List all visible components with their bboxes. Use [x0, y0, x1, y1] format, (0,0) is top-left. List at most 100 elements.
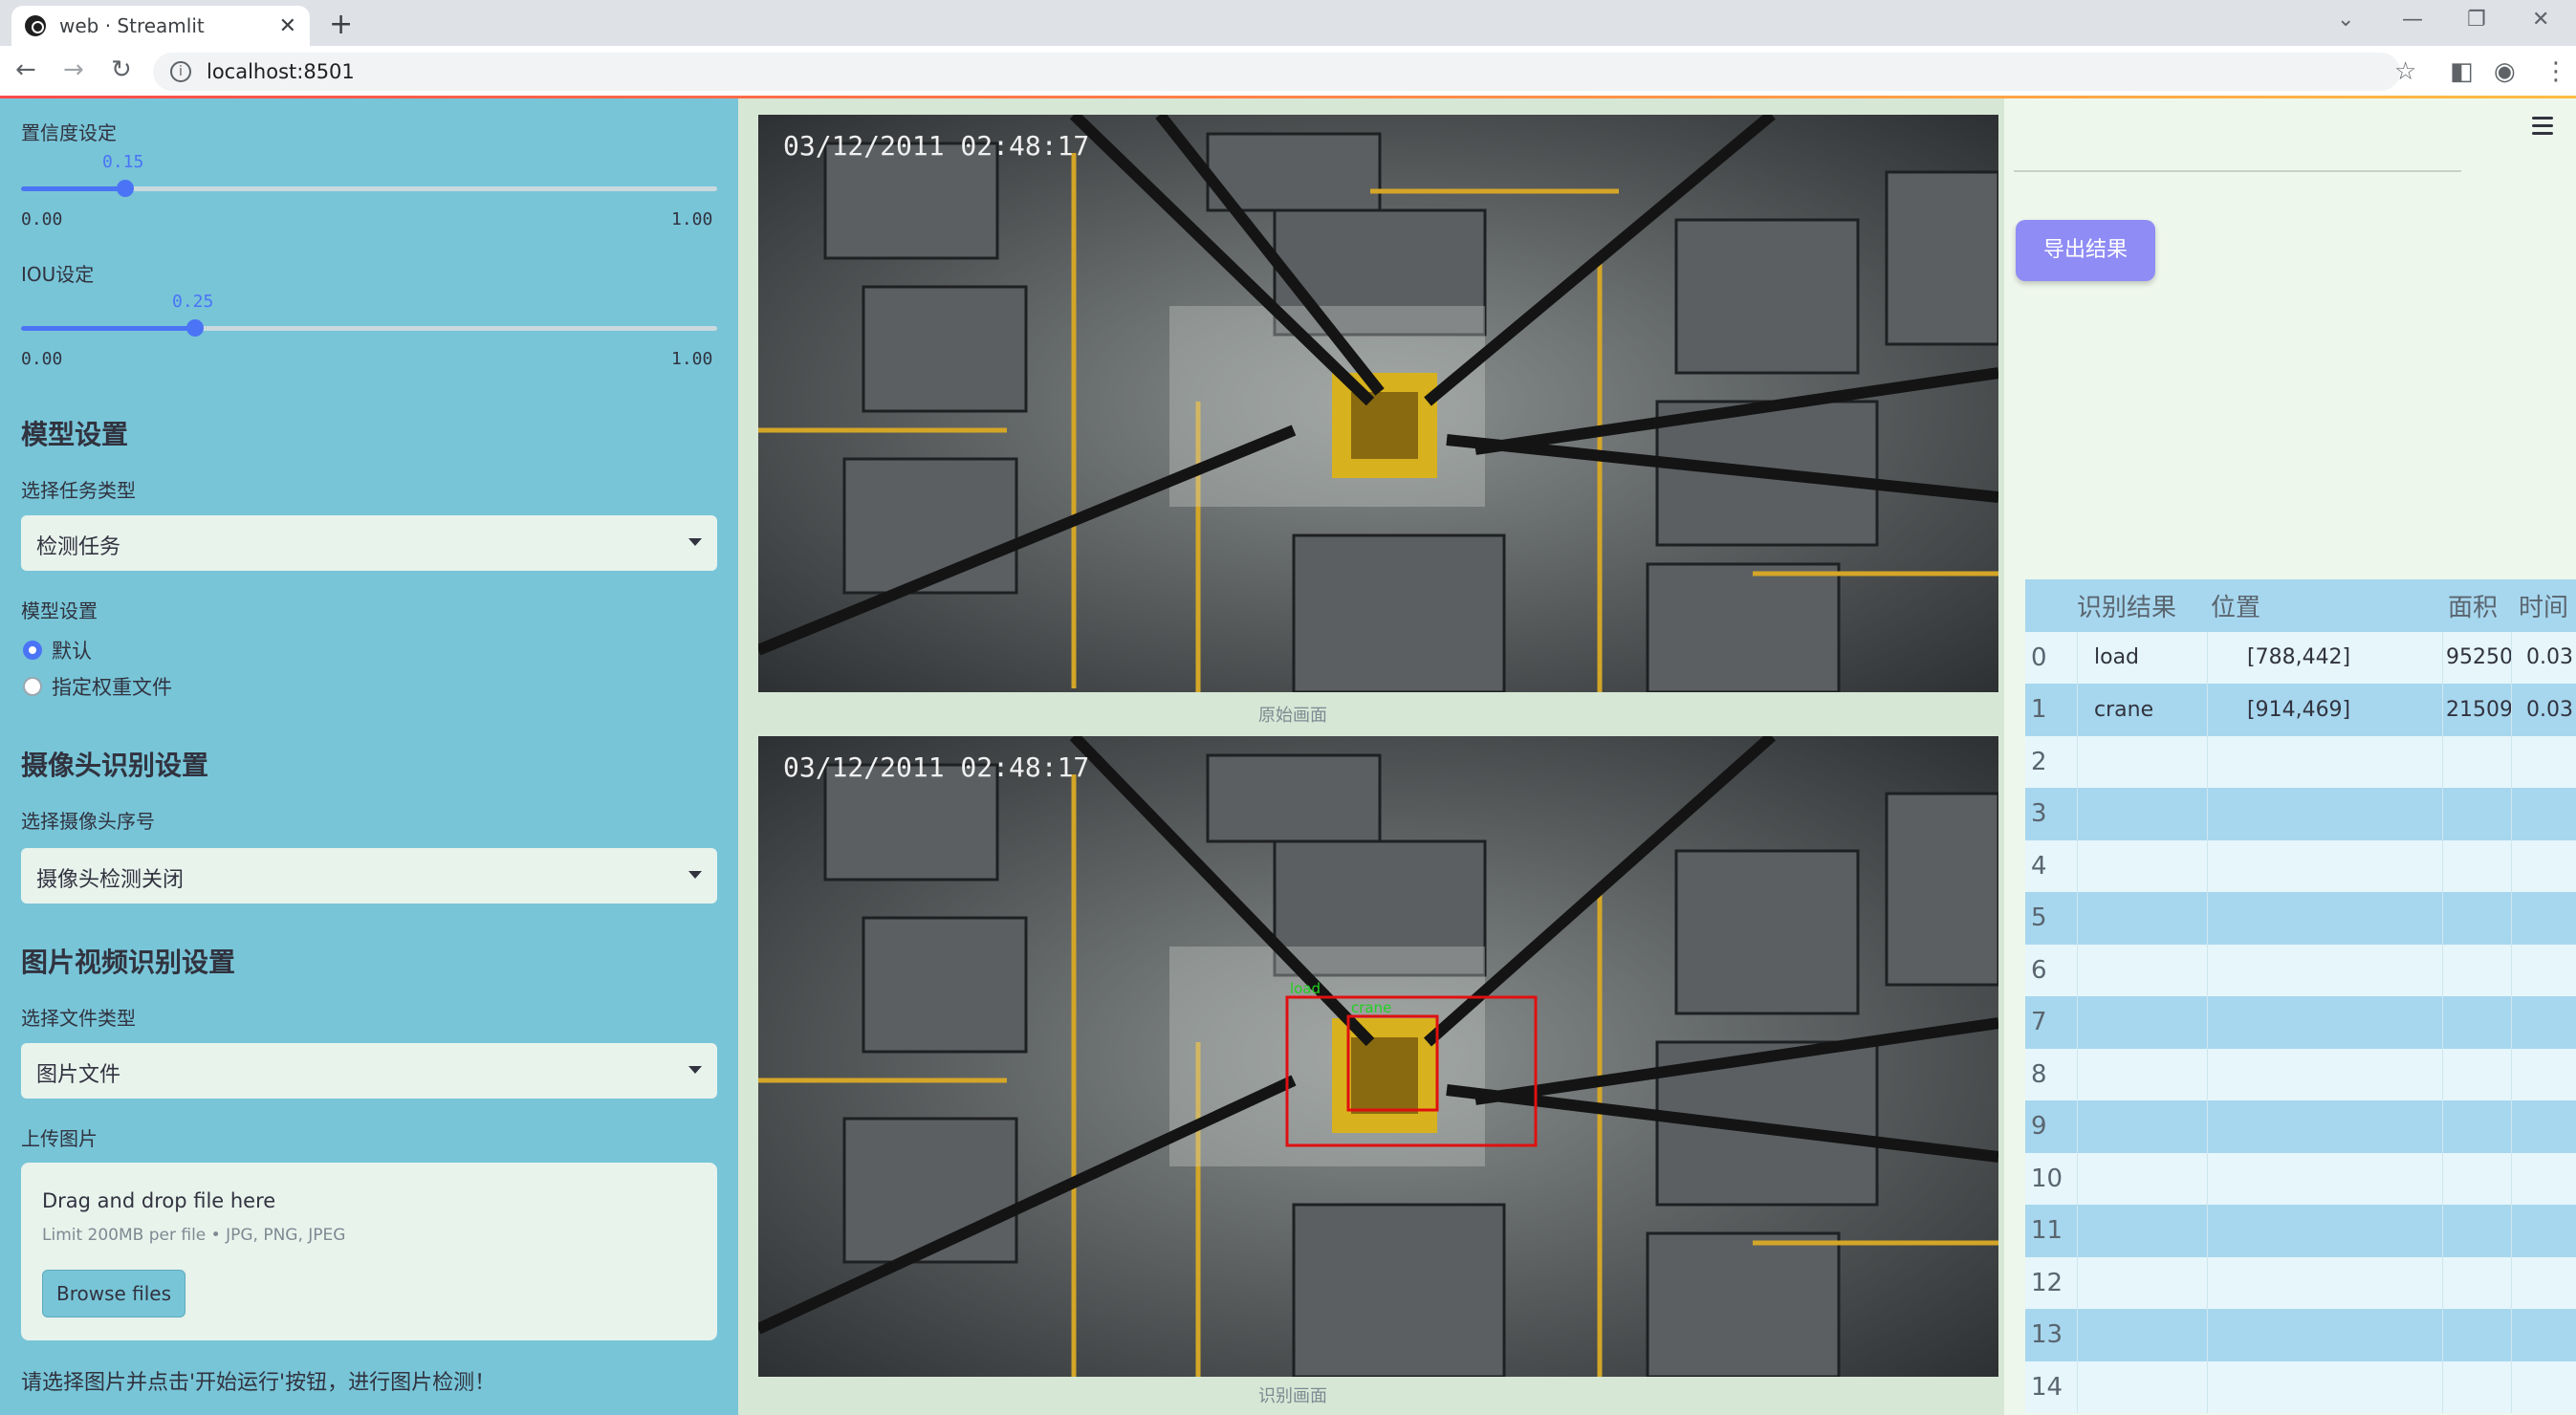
row-index: 14 — [2031, 1372, 2063, 1402]
iou-label: IOU设定 — [21, 263, 95, 286]
close-window-button[interactable]: ✕ — [2532, 8, 2549, 32]
radio-custom-weights[interactable]: 指定权重文件 — [23, 672, 172, 701]
restore-button[interactable]: ❐ — [2467, 8, 2486, 32]
sidepanel-icon[interactable]: ◧ — [2450, 57, 2474, 86]
info-icon[interactable]: i — [170, 61, 191, 82]
column-separator — [2442, 1361, 2443, 1413]
table-row[interactable]: 0 load [788,442] 95250 0.03 — [2025, 631, 2576, 684]
column-separator — [2511, 1048, 2512, 1100]
camera-settings-heading: 摄像头识别设置 — [21, 750, 209, 781]
column-separator — [2442, 944, 2443, 996]
table-row[interactable]: 9 — [2025, 1100, 2576, 1153]
file-type-select[interactable]: 图片文件 — [21, 1043, 717, 1099]
header-position[interactable]: 位置 — [2211, 579, 2260, 632]
crane-box-label: crane — [1351, 999, 1391, 1016]
camera-select[interactable]: 摄像头检测关闭 — [21, 848, 717, 903]
caret-down-icon — [688, 871, 702, 879]
table-row[interactable]: 7 — [2025, 996, 2576, 1049]
original-caption: 原始画面 — [1258, 706, 1327, 726]
url-text[interactable]: localhost:8501 — [207, 60, 355, 83]
confidence-slider-fill — [21, 186, 126, 191]
detected-timestamp: 03/12/2011 02:48:17 — [783, 751, 1089, 783]
column-separator — [2207, 892, 2208, 945]
caret-down-icon — [688, 1066, 702, 1074]
iou-max: 1.00 — [671, 349, 713, 369]
radio-selected-icon[interactable] — [23, 641, 42, 660]
column-separator — [2511, 839, 2512, 892]
iou-slider-thumb[interactable] — [186, 319, 204, 337]
column-separator — [2442, 1309, 2443, 1361]
back-arrow-icon[interactable]: ← — [15, 55, 36, 84]
table-header: 识别结果 位置 面积 时间 — [2025, 579, 2576, 632]
column-separator — [2511, 1309, 2512, 1361]
column-separator — [2511, 1361, 2512, 1413]
header-time[interactable]: 时间 — [2519, 579, 2568, 632]
column-separator — [2442, 1205, 2443, 1257]
column-separator — [2511, 788, 2512, 840]
hamburger-menu-icon[interactable] — [2532, 117, 2553, 140]
reload-icon[interactable]: ↻ — [111, 55, 132, 84]
confidence-max: 1.00 — [671, 209, 713, 229]
column-separator — [2077, 1048, 2078, 1100]
table-row[interactable]: 5 — [2025, 892, 2576, 945]
column-separator — [2511, 684, 2512, 736]
header-area[interactable]: 面积 — [2448, 579, 2498, 632]
original-timestamp: 03/12/2011 02:48:17 — [783, 130, 1089, 162]
file-type-value: 图片文件 — [36, 1063, 121, 1087]
column-separator — [2077, 735, 2078, 788]
column-separator — [2207, 1048, 2208, 1100]
column-separator — [2077, 1256, 2078, 1309]
table-row[interactable]: 10 — [2025, 1152, 2576, 1205]
column-separator — [2207, 631, 2208, 684]
profile-icon[interactable]: ◉ — [2494, 57, 2516, 86]
tab-search-icon[interactable]: ⌄ — [2337, 8, 2354, 32]
column-separator — [2442, 892, 2443, 945]
row-index: 10 — [2031, 1164, 2063, 1193]
close-tab-icon[interactable]: ✕ — [279, 14, 296, 38]
column-separator — [2511, 944, 2512, 996]
row-index: 4 — [2031, 851, 2047, 881]
hint-text: 请选择图片并点击'开始运行'按钮，进行图片检测！ — [21, 1371, 496, 1395]
column-separator — [2077, 892, 2078, 945]
media-settings-heading: 图片视频识别设置 — [21, 947, 236, 978]
table-row[interactable]: 1 crane [914,469] 21509 0.03 — [2025, 684, 2576, 736]
iou-slider[interactable] — [21, 319, 717, 337]
address-bar: ← → ↻ i localhost:8501 ☆ ◧ ◉ ⋮ — [0, 46, 2576, 98]
table-row[interactable]: 4 — [2025, 839, 2576, 892]
column-separator — [2207, 944, 2208, 996]
confidence-slider[interactable] — [21, 180, 717, 197]
star-icon[interactable]: ☆ — [2394, 57, 2416, 86]
table-row[interactable]: 3 — [2025, 788, 2576, 840]
radio-unselected-icon[interactable] — [23, 677, 42, 696]
table-row[interactable]: 12 — [2025, 1256, 2576, 1309]
cell-position: [788,442] — [2247, 645, 2351, 670]
table-row[interactable]: 11 — [2025, 1205, 2576, 1257]
radio-default[interactable]: 默认 — [23, 636, 92, 664]
row-index: 13 — [2031, 1320, 2063, 1350]
column-separator — [2442, 788, 2443, 840]
table-row[interactable]: 8 — [2025, 1048, 2576, 1100]
url-field[interactable]: i localhost:8501 — [153, 53, 2400, 91]
export-results-button[interactable]: 导出结果 — [2016, 220, 2155, 281]
column-separator — [2077, 1361, 2078, 1413]
minimize-button[interactable]: — — [2402, 8, 2423, 32]
confidence-label: 置信度设定 — [21, 121, 117, 144]
new-tab-button[interactable]: + — [329, 8, 353, 41]
row-index: 6 — [2031, 955, 2047, 985]
column-separator — [2511, 631, 2512, 684]
browse-files-button[interactable]: Browse files — [42, 1270, 186, 1317]
table-row[interactable]: 2 — [2025, 735, 2576, 788]
column-separator — [2511, 735, 2512, 788]
forward-arrow-icon[interactable]: → — [63, 55, 84, 84]
table-row[interactable]: 14 — [2025, 1361, 2576, 1413]
kebab-menu-icon[interactable]: ⋮ — [2543, 57, 2568, 86]
column-separator — [2207, 1256, 2208, 1309]
table-row[interactable]: 13 — [2025, 1309, 2576, 1361]
column-separator — [2207, 996, 2208, 1049]
confidence-slider-thumb[interactable] — [117, 180, 135, 197]
table-row[interactable]: 6 — [2025, 944, 2576, 996]
header-result[interactable]: 识别结果 — [2077, 579, 2176, 632]
file-uploader-dropzone[interactable]: Drag and drop file here Limit 200MB per … — [21, 1163, 717, 1340]
task-type-select[interactable]: 检测任务 — [21, 515, 717, 571]
browser-tab[interactable]: web · Streamlit ✕ — [11, 6, 310, 46]
